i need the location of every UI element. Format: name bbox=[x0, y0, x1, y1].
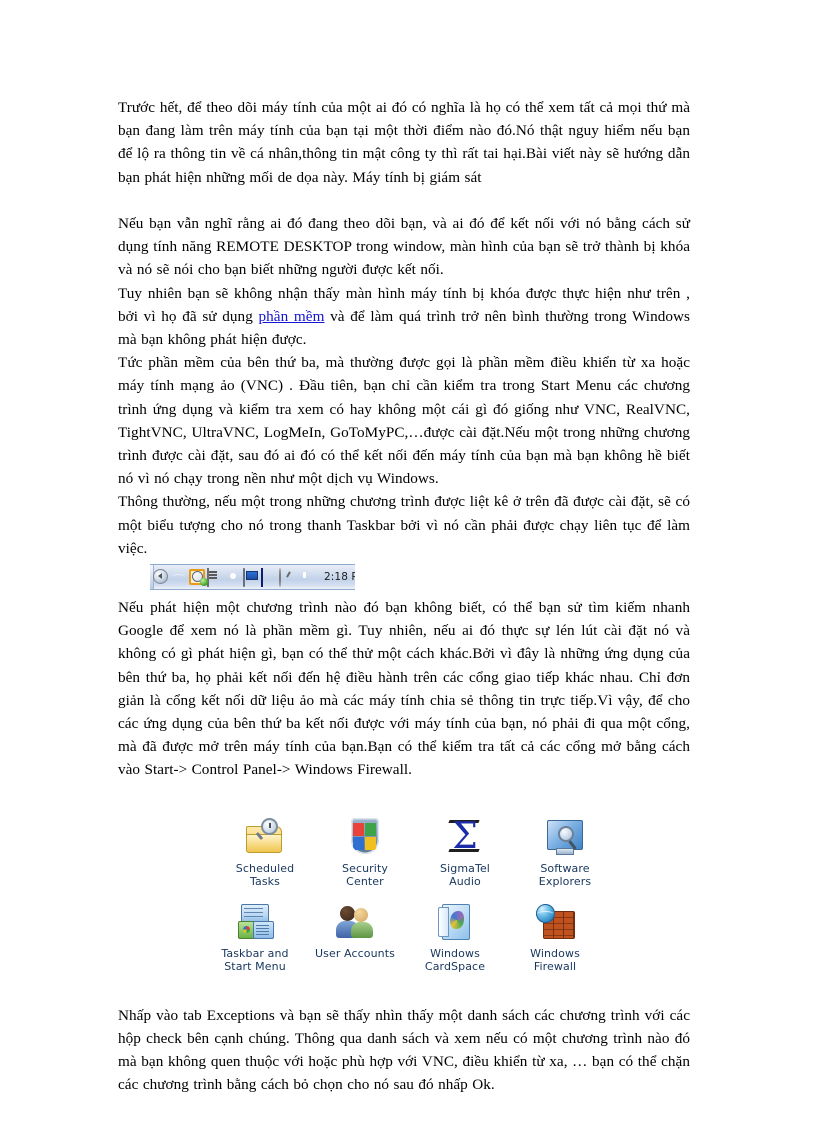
paragraph-2c: Tức phần mềm của bên thứ ba, mà thường đ… bbox=[118, 354, 690, 488]
control-panel-label: Software Explorers bbox=[538, 861, 592, 889]
gray-disc-icon[interactable] bbox=[279, 567, 296, 587]
control-panel-item-taskbar-and-start-menu[interactable]: Taskbar and Start Menu bbox=[205, 901, 305, 974]
control-panel-label: Security Center bbox=[342, 861, 388, 889]
paragraph-3: Nếu phát hiện một chương trình nào đó bạ… bbox=[118, 599, 690, 779]
paragraph-4: Nhấp vào tab Exceptions và bạn sẽ thấy n… bbox=[118, 1006, 690, 1094]
control-panel-item-security-center[interactable]: Security Center bbox=[315, 816, 415, 889]
blue-square-icon[interactable] bbox=[261, 567, 278, 587]
paragraph-1: Trước hết, để theo dõi máy tính của một … bbox=[118, 99, 690, 186]
paragraph-2b: Tuy nhiên bạn sẽ không nhận thấy màn hìn… bbox=[118, 282, 690, 352]
windows-cardspace-icon bbox=[434, 901, 476, 943]
control-panel-label: User Accounts bbox=[314, 946, 395, 960]
windows-system-tray[interactable]: 2:18 PM bbox=[150, 564, 355, 591]
control-panel-label: Taskbar and Start Menu bbox=[221, 946, 289, 974]
taskbar-start-menu-icon bbox=[234, 901, 276, 943]
sigmatel-audio-icon: Σ bbox=[444, 816, 486, 858]
control-panel-item-sigmatel-audio[interactable]: Σ SigmaTel Audio bbox=[415, 816, 515, 889]
browser-swirl-icon[interactable] bbox=[225, 569, 242, 586]
control-panel-icons-figure: Scheduled Tasks Security Center Σ SigmaT… bbox=[118, 816, 690, 974]
control-panel-item-windows-cardspace[interactable]: Windows CardSpace bbox=[405, 901, 505, 974]
document-body: Trước hết, để theo dõi máy tính của một … bbox=[118, 96, 690, 1096]
windows-firewall-icon bbox=[534, 901, 576, 943]
control-panel-label: Scheduled Tasks bbox=[235, 861, 295, 889]
control-panel-row-1: Scheduled Tasks Security Center Σ SigmaT… bbox=[215, 816, 615, 889]
document-page: Trước hết, để theo dõi máy tính của một … bbox=[0, 0, 816, 1123]
phan-mem-link[interactable]: phần mềm bbox=[259, 308, 325, 325]
control-panel-item-software-explorers[interactable]: Software Explorers bbox=[515, 816, 615, 889]
security-alert-shield-icon[interactable] bbox=[297, 569, 314, 586]
scheduled-tasks-icon bbox=[244, 816, 286, 858]
media-player-icon[interactable] bbox=[207, 567, 224, 587]
control-panel-row-2: Taskbar and Start Menu User Accounts Win… bbox=[205, 901, 605, 974]
control-panel-item-scheduled-tasks[interactable]: Scheduled Tasks bbox=[215, 816, 315, 889]
software-explorers-icon bbox=[544, 816, 586, 858]
control-panel-item-user-accounts[interactable]: User Accounts bbox=[305, 901, 405, 961]
internet-globe-icon[interactable] bbox=[171, 569, 188, 586]
control-panel-item-windows-firewall[interactable]: Windows Firewall bbox=[505, 901, 605, 974]
security-center-icon bbox=[344, 816, 386, 858]
control-panel-label: SigmaTel Audio bbox=[440, 861, 490, 889]
network-monitor-icon[interactable] bbox=[243, 567, 260, 587]
paragraph-2a: Nếu bạn vẫn nghĩ rằng ai đó đang theo dõ… bbox=[118, 215, 690, 279]
show-hidden-icons-chevron-icon[interactable] bbox=[153, 568, 170, 586]
systray-figure: 2:18 PM bbox=[150, 564, 355, 591]
systray-clock[interactable]: 2:18 PM bbox=[324, 571, 355, 583]
control-panel-label: Windows CardSpace bbox=[424, 946, 486, 974]
control-panel-label: Windows Firewall bbox=[530, 946, 580, 974]
paragraph-2d: Thông thường, nếu một trong những chương… bbox=[118, 493, 690, 557]
user-accounts-icon bbox=[334, 901, 376, 943]
